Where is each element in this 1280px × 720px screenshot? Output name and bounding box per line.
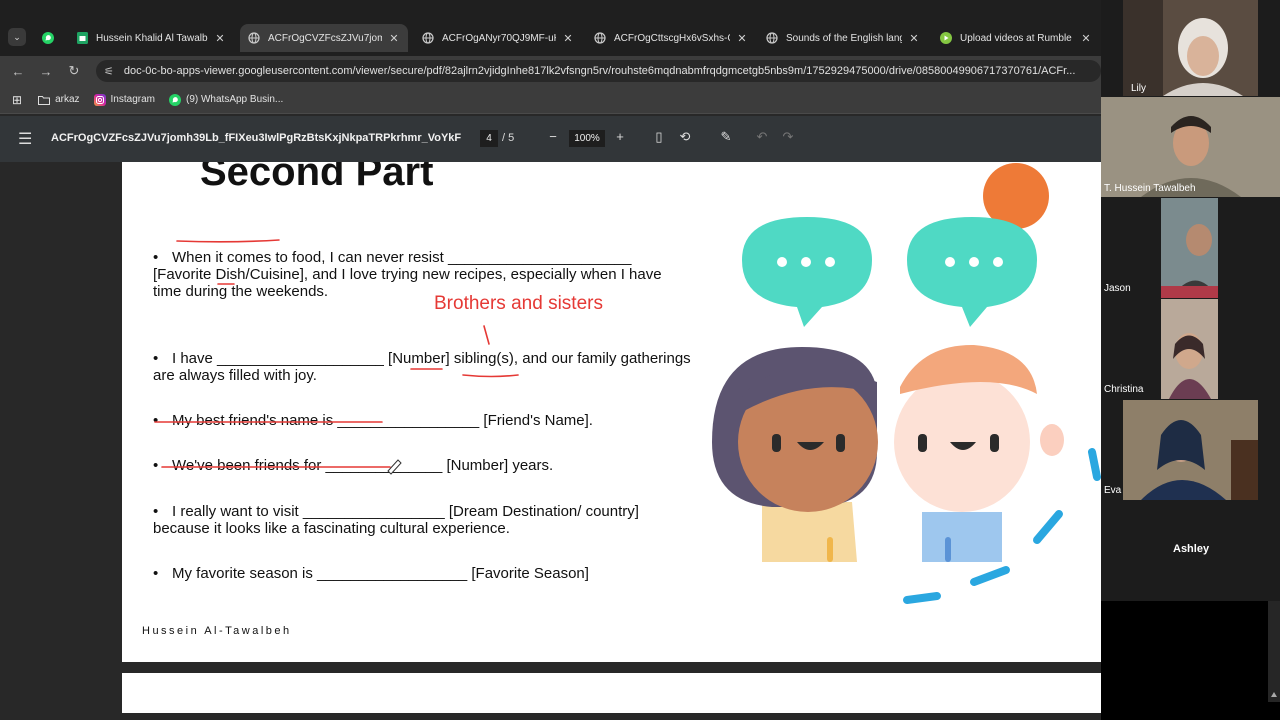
- speech-bubble-right: [907, 217, 1037, 327]
- back-icon[interactable]: ←: [4, 57, 32, 85]
- pdf-page: Second Part • When it comes to food, I ca…: [122, 162, 1101, 662]
- globe-icon: [594, 32, 606, 44]
- fit-page-icon[interactable]: ▯: [651, 129, 667, 145]
- bookmark-label: Instagram: [110, 94, 155, 105]
- globe-icon: [766, 32, 778, 44]
- participant-name: Ashley: [1173, 543, 1210, 555]
- video-tile-jason[interactable]: Jason: [1101, 198, 1280, 298]
- tab-label: ACFrOgANyr70QJ9MF-uKri: [442, 32, 556, 44]
- tab-label: ACFrOgCttscgHx6vSxhs-CC: [614, 32, 730, 44]
- globe-icon: [248, 32, 260, 44]
- folder-icon: [38, 94, 51, 106]
- bookmark-0[interactable]: arkaz: [38, 94, 80, 106]
- pdf-next-page: [122, 673, 1101, 713]
- zoom-in-icon[interactable]: +: [612, 129, 628, 144]
- participant-name: Jason: [1104, 283, 1131, 294]
- video-panel: Lily T. Hussein Tawalbeh Jason Christina: [1101, 0, 1280, 601]
- video-tile-lily[interactable]: Lily: [1123, 0, 1258, 96]
- tab-4[interactable]: Sounds of the English lang ✕: [758, 24, 928, 52]
- tab-2[interactable]: ACFrOgANyr70QJ9MF-uKri ✕: [414, 24, 582, 52]
- red-ink-marks: [154, 239, 519, 468]
- tab-label: Sounds of the English lang: [786, 32, 902, 44]
- tab-label: Hussein Khalid Al Tawalbeh: [96, 32, 208, 44]
- reload-icon[interactable]: ↻: [60, 57, 88, 85]
- bookmark-2[interactable]: (9) WhatsApp Busin...: [168, 93, 284, 106]
- tab-search-button[interactable]: ⌄: [8, 28, 26, 46]
- tab-strip: ⌄ Hussein Khalid Al Tawalbeh ✕ ACFrOgCVZ…: [0, 0, 1101, 56]
- globe-icon: [422, 32, 434, 44]
- instagram-icon: [93, 93, 106, 106]
- sheets-icon: [76, 32, 88, 44]
- friends-illustration: [154, 163, 1101, 604]
- zoom-out-icon[interactable]: −: [545, 129, 561, 144]
- rotate-icon[interactable]: ⟲: [677, 129, 693, 145]
- close-icon[interactable]: ✕: [562, 32, 574, 45]
- boy-character-left: [712, 347, 878, 562]
- close-icon[interactable]: ✕: [908, 32, 920, 45]
- speech-bubble-left: [742, 217, 872, 327]
- video-tile-christina[interactable]: Christina: [1101, 299, 1280, 399]
- participant-name: Lily: [1131, 83, 1147, 94]
- tab-5[interactable]: Upload videos at Rumble ✕: [932, 24, 1100, 52]
- menu-icon[interactable]: ☰: [18, 129, 32, 149]
- forward-icon[interactable]: →: [32, 57, 60, 85]
- tab-0[interactable]: Hussein Khalid Al Tawalbeh ✕: [68, 24, 234, 52]
- boy-character-right: [894, 344, 1064, 562]
- address-text: doc-0c-bo-apps-viewer.googleusercontent.…: [123, 65, 1076, 77]
- address-bar[interactable]: ⚟ doc-0c-bo-apps-viewer.googleuserconten…: [96, 60, 1101, 82]
- apps-icon[interactable]: ⊞: [12, 93, 22, 107]
- close-icon[interactable]: ✕: [736, 32, 748, 45]
- tab-3[interactable]: ACFrOgCttscgHx6vSxhs-CC ✕: [586, 24, 756, 52]
- bookmarks-bar: ⊞ arkaz Instagram (9) WhatsApp Busin...: [0, 86, 1101, 114]
- participant-video: [1123, 0, 1258, 96]
- bookmark-1[interactable]: Instagram: [93, 93, 155, 106]
- undo-icon[interactable]: ↶: [754, 129, 770, 145]
- participant-name: T. Hussein Tawalbeh: [1104, 183, 1196, 194]
- close-icon[interactable]: ✕: [1080, 32, 1092, 45]
- tab-label: ACFrOgCVZFcsZJVu7jomh3: [268, 32, 382, 44]
- video-tile-hussein[interactable]: T. Hussein Tawalbeh: [1101, 97, 1280, 197]
- zoom-input[interactable]: 100%: [569, 130, 605, 147]
- page-total: / 5: [502, 132, 515, 144]
- rumble-icon: [940, 32, 952, 44]
- bookmark-label: arkaz: [55, 94, 80, 105]
- close-icon[interactable]: ✕: [214, 32, 226, 45]
- pdf-toolbar: ☰ ACFrOgCVZFcsZJVu7jomh39Lb_fFIXeu3IwlPg…: [0, 116, 1101, 162]
- close-icon[interactable]: ✕: [388, 32, 400, 45]
- pinned-tab-whatsapp[interactable]: [34, 24, 62, 52]
- participant-video: [1101, 97, 1280, 197]
- tab-1[interactable]: ACFrOgCVZFcsZJVu7jomh3 ✕: [240, 24, 408, 52]
- bookmark-label: (9) WhatsApp Busin...: [185, 94, 284, 105]
- redo-icon[interactable]: ↷: [780, 129, 796, 145]
- pdf-title: ACFrOgCVZFcsZJVu7jomh39Lb_fFIXeu3IwlPgRz…: [51, 132, 461, 144]
- page-number-input[interactable]: 4: [480, 130, 498, 147]
- video-tile-eva[interactable]: Eva: [1101, 400, 1280, 500]
- participant-name: Eva: [1104, 485, 1122, 496]
- participant-name: Christina: [1104, 384, 1144, 395]
- browser-window: ⌄ Hussein Khalid Al Tawalbeh ✕ ACFrOgCVZ…: [0, 0, 1101, 720]
- tab-label: Upload videos at Rumble: [960, 32, 1072, 44]
- whatsapp-icon: [168, 93, 181, 106]
- annotate-icon[interactable]: ✎: [718, 129, 734, 145]
- participant-video: [1123, 400, 1258, 500]
- site-info-icon[interactable]: ⚟: [104, 65, 114, 78]
- whatsapp-icon: [42, 32, 54, 44]
- video-tile-ashley[interactable]: Ashley: [1101, 501, 1280, 601]
